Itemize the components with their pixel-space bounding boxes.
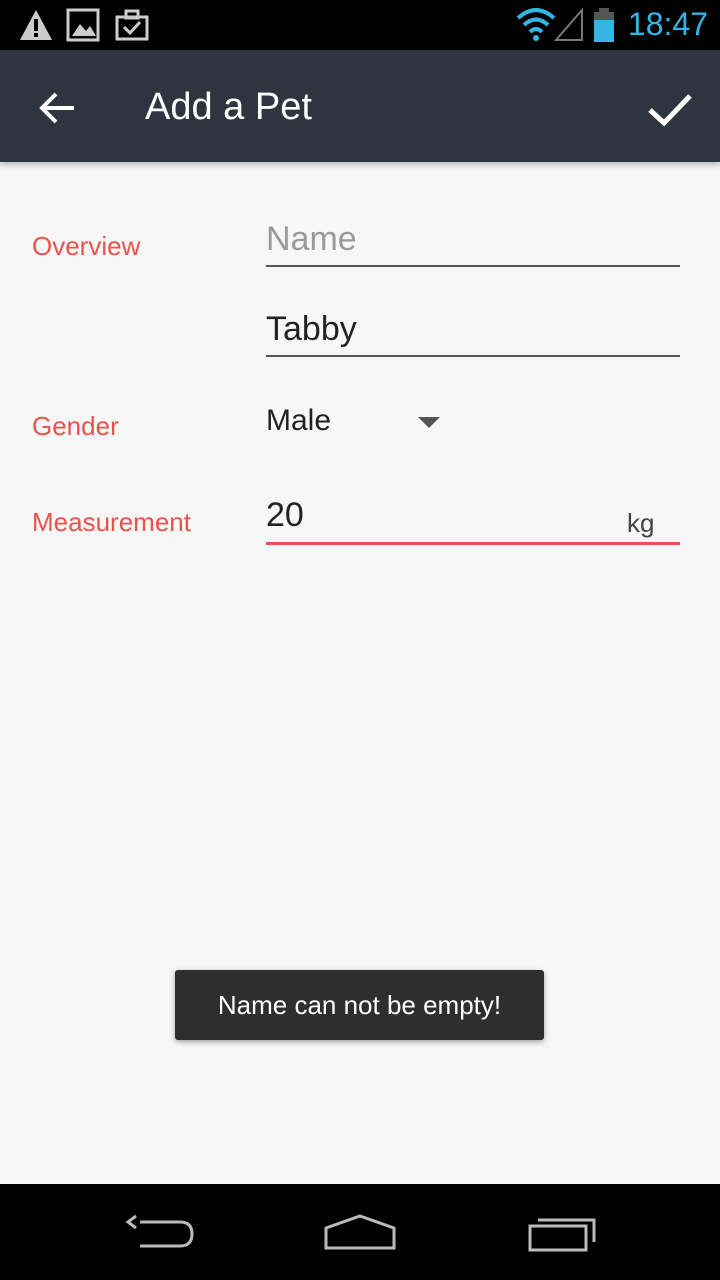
save-button[interactable]: [642, 80, 698, 136]
toast-message: Name can not be empty!: [175, 970, 544, 1040]
status-bar: 18:47: [0, 0, 720, 50]
overview-label: Overview: [32, 231, 141, 261]
name-underline: [266, 265, 680, 267]
measurement-input[interactable]: [266, 496, 606, 535]
warning-icon: [20, 10, 52, 40]
briefcase-icon: [115, 9, 149, 41]
nav-back-icon[interactable]: [124, 1212, 196, 1252]
measurement-field: [266, 496, 680, 548]
measurement-unit: kg: [627, 508, 655, 538]
navigation-bar: [0, 1184, 720, 1280]
name-field: [266, 220, 680, 270]
name-input[interactable]: [266, 220, 680, 259]
checkmark-icon: [648, 94, 692, 127]
nav-recents-icon[interactable]: [526, 1212, 598, 1252]
gender-dropdown[interactable]: Male: [266, 404, 331, 438]
back-button[interactable]: [30, 80, 86, 136]
signal-icon: [554, 8, 583, 41]
gender-label: Gender: [32, 411, 119, 441]
app-bar: Add a Pet: [0, 50, 720, 162]
clock-time: 18:47: [627, 6, 708, 42]
breed-field: [266, 310, 680, 360]
wifi-icon: [516, 8, 556, 41]
nav-home-icon[interactable]: [322, 1212, 398, 1252]
back-arrow-icon: [39, 92, 74, 124]
measurement-underline: [266, 542, 680, 545]
battery-icon: [594, 8, 614, 42]
dropdown-arrow-icon[interactable]: [418, 417, 440, 428]
breed-input[interactable]: [266, 310, 680, 349]
measurement-label: Measurement: [32, 507, 191, 537]
page-title: Add a Pet: [145, 86, 312, 128]
breed-underline: [266, 355, 680, 357]
image-icon: [66, 8, 100, 42]
